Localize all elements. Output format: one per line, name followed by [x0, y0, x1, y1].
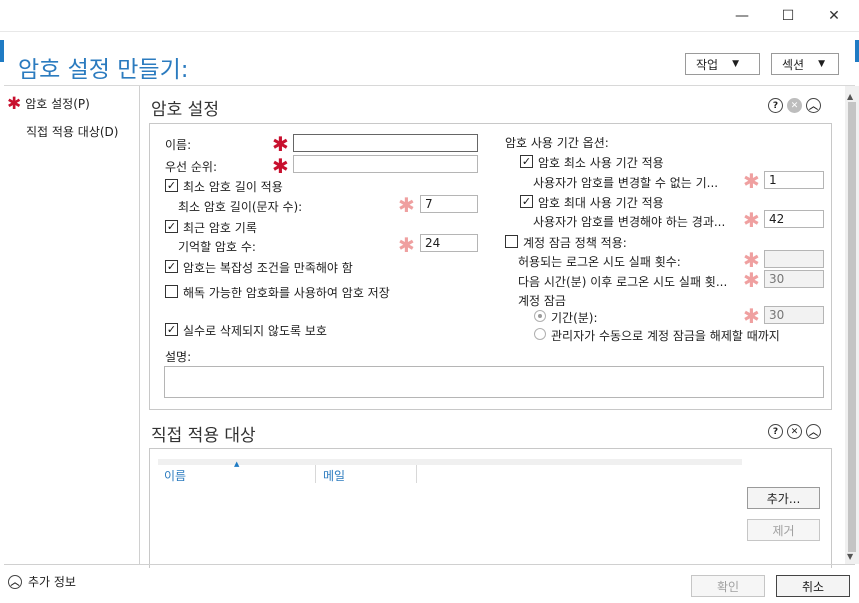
description-textarea[interactable] — [164, 366, 824, 398]
required-star-icon: ✱ — [743, 304, 760, 328]
ok-button[interactable]: 확인 — [691, 575, 765, 597]
more-info-label: 추가 정보 — [28, 575, 76, 589]
reversible-checkbox[interactable] — [165, 285, 178, 298]
duration-label: 기간(분): — [551, 311, 598, 325]
minimize-button[interactable]: — — [719, 0, 765, 32]
members-grid: ▲ 이름 메일 — [158, 459, 742, 565]
section-icons-directly-applies: ? ✕ ︿ — [768, 424, 821, 439]
min-age-sub-label: 사용자가 암호를 변경할 수 없는 기... — [533, 176, 719, 190]
precedence-label: 우선 순위: — [165, 160, 218, 174]
directly-applies-panel: ▲ 이름 메일 추가... 제거 — [149, 448, 832, 568]
nav-item-label: 직접 적용 대상(D) — [26, 125, 119, 139]
history-input[interactable]: 24 — [420, 234, 478, 252]
min-length-checkbox[interactable]: ✓ — [165, 179, 178, 192]
password-settings-panel: 이름: ✱ 우선 순위: ✱ ✓ 최소 암호 길이 적용 최소 암호 길이(문자… — [149, 123, 832, 410]
collapse-icon[interactable]: ︿ — [806, 98, 821, 113]
protect-delete-label: 실수로 삭제되지 않도록 보호 — [183, 324, 327, 338]
min-age-checkbox[interactable]: ✓ — [520, 155, 533, 168]
attempts-input[interactable] — [764, 250, 824, 268]
required-star-icon: ✱ — [398, 193, 415, 217]
scroll-down-icon[interactable]: ▼ — [847, 552, 853, 561]
chevron-down-icon: ▼ — [818, 59, 826, 69]
chevron-down-icon: ▼ — [732, 59, 740, 69]
column-header-label: 이름 — [164, 469, 187, 483]
column-header-label: 메일 — [323, 469, 346, 483]
manual-unlock-label: 관리자가 수동으로 계정 잠금을 해제할 때까지 — [551, 329, 780, 343]
required-star-icon: ✱ — [743, 248, 760, 272]
add-button[interactable]: 추가... — [747, 487, 820, 509]
scroll-up-icon[interactable]: ▲ — [847, 92, 853, 101]
complexity-label: 암호는 복잡성 조건을 만족해야 함 — [183, 261, 353, 275]
column-header-name[interactable]: 이름 — [158, 465, 316, 483]
remove-button[interactable]: 제거 — [747, 519, 820, 541]
history-label: 최근 암호 기록 — [183, 221, 257, 235]
required-star-icon: ✱ — [743, 268, 760, 292]
cancel-button[interactable]: 취소 — [776, 575, 850, 597]
age-options-label: 암호 사용 기간 옵션: — [505, 136, 609, 150]
sections-dropdown[interactable]: 섹션 ▼ — [771, 53, 839, 75]
attempts-label: 허용되는 로그온 시도 실패 횟수: — [518, 255, 681, 269]
history-checkbox[interactable]: ✓ — [165, 220, 178, 233]
min-length-label: 최소 암호 길이 적용 — [183, 180, 283, 194]
required-star-icon: ✱ — [398, 233, 415, 257]
help-icon[interactable]: ? — [768, 98, 783, 113]
close-section-icon[interactable]: ✕ — [787, 424, 802, 439]
sections-label: 섹션 — [782, 57, 805, 72]
lockout-checkbox[interactable] — [505, 235, 518, 248]
required-star-icon: ✱ — [272, 154, 289, 178]
min-age-input[interactable]: 1 — [764, 171, 824, 189]
tasks-label: 작업 — [696, 57, 719, 72]
lockout-label: 계정 잠금 정책 적용: — [523, 236, 627, 250]
title-bar: — ☐ ✕ — [0, 0, 859, 32]
section-title-password: 암호 설정 — [151, 100, 219, 120]
name-label: 이름: — [165, 138, 192, 152]
lock-label: 계정 잠금 — [518, 294, 566, 308]
dialog-footer: ︿ 추가 정보 확인 취소 — [4, 564, 855, 600]
more-info-toggle[interactable]: ︿ 추가 정보 — [8, 573, 76, 590]
help-icon[interactable]: ? — [768, 424, 783, 439]
required-star-icon: ✱ — [7, 93, 22, 114]
reversible-label: 해독 가능한 암호화를 사용하여 암호 저장 — [183, 286, 390, 300]
complexity-checkbox[interactable]: ✓ — [165, 260, 178, 273]
reset-label: 다음 시간(분) 이후 로그온 시도 실패 횟... — [518, 275, 728, 289]
min-length-input[interactable]: 7 — [420, 195, 478, 213]
nav-item-password-settings[interactable]: ✱ 암호 설정(P) — [7, 95, 90, 112]
description-label: 설명: — [165, 350, 192, 364]
section-title-directly-applies: 직접 적용 대상 — [151, 426, 256, 446]
protect-delete-checkbox[interactable]: ✓ — [165, 323, 178, 336]
page-title: 암호 설정 만들기: — [18, 57, 189, 83]
dialog-header: 암호 설정 만들기: 작업 ▼ 섹션 ▼ — [4, 40, 855, 86]
column-header-mail[interactable]: 메일 — [317, 465, 417, 483]
required-star-icon: ✱ — [272, 132, 289, 156]
tasks-dropdown[interactable]: 작업 ▼ — [685, 53, 760, 75]
close-section-icon: ✕ — [787, 98, 802, 113]
min-length-sub-label: 최소 암호 길이(문자 수): — [178, 200, 303, 214]
vertical-scrollbar[interactable]: ▲ ▼ — [845, 86, 859, 564]
nav-item-directly-applies[interactable]: 직접 적용 대상(D) — [26, 123, 118, 140]
scroll-thumb[interactable] — [848, 102, 856, 552]
maximize-button[interactable]: ☐ — [765, 0, 811, 32]
close-button[interactable]: ✕ — [811, 0, 857, 32]
max-age-checkbox[interactable]: ✓ — [520, 195, 533, 208]
max-age-sub-label: 사용자가 암호를 변경해야 하는 경과... — [533, 215, 726, 229]
min-age-label: 암호 최소 사용 기간 적용 — [538, 156, 664, 170]
reset-input[interactable]: 30 — [764, 270, 824, 288]
expand-up-icon: ︿ — [8, 574, 22, 589]
max-age-input[interactable]: 42 — [764, 210, 824, 228]
nav-item-label: 암호 설정(P) — [25, 97, 90, 111]
required-star-icon: ✱ — [743, 169, 760, 193]
manual-unlock-radio[interactable] — [534, 328, 546, 340]
section-nav: ✱ 암호 설정(P) 직접 적용 대상(D) — [4, 86, 140, 564]
accent-bar-right — [855, 40, 859, 62]
duration-radio[interactable] — [534, 310, 546, 322]
required-star-icon: ✱ — [743, 208, 760, 232]
section-icons-password: ? ✕ ︿ — [768, 98, 821, 113]
max-age-label: 암호 최대 사용 기간 적용 — [538, 196, 664, 210]
collapse-icon[interactable]: ︿ — [806, 424, 821, 439]
precedence-input[interactable] — [293, 155, 478, 173]
name-input[interactable] — [293, 134, 478, 152]
history-sub-label: 기억할 암호 수: — [178, 240, 256, 254]
duration-input[interactable]: 30 — [764, 306, 824, 324]
main-content: 암호 설정 ? ✕ ︿ 이름: ✱ 우선 순위: ✱ ✓ 최소 암호 길이 적용… — [141, 86, 855, 568]
